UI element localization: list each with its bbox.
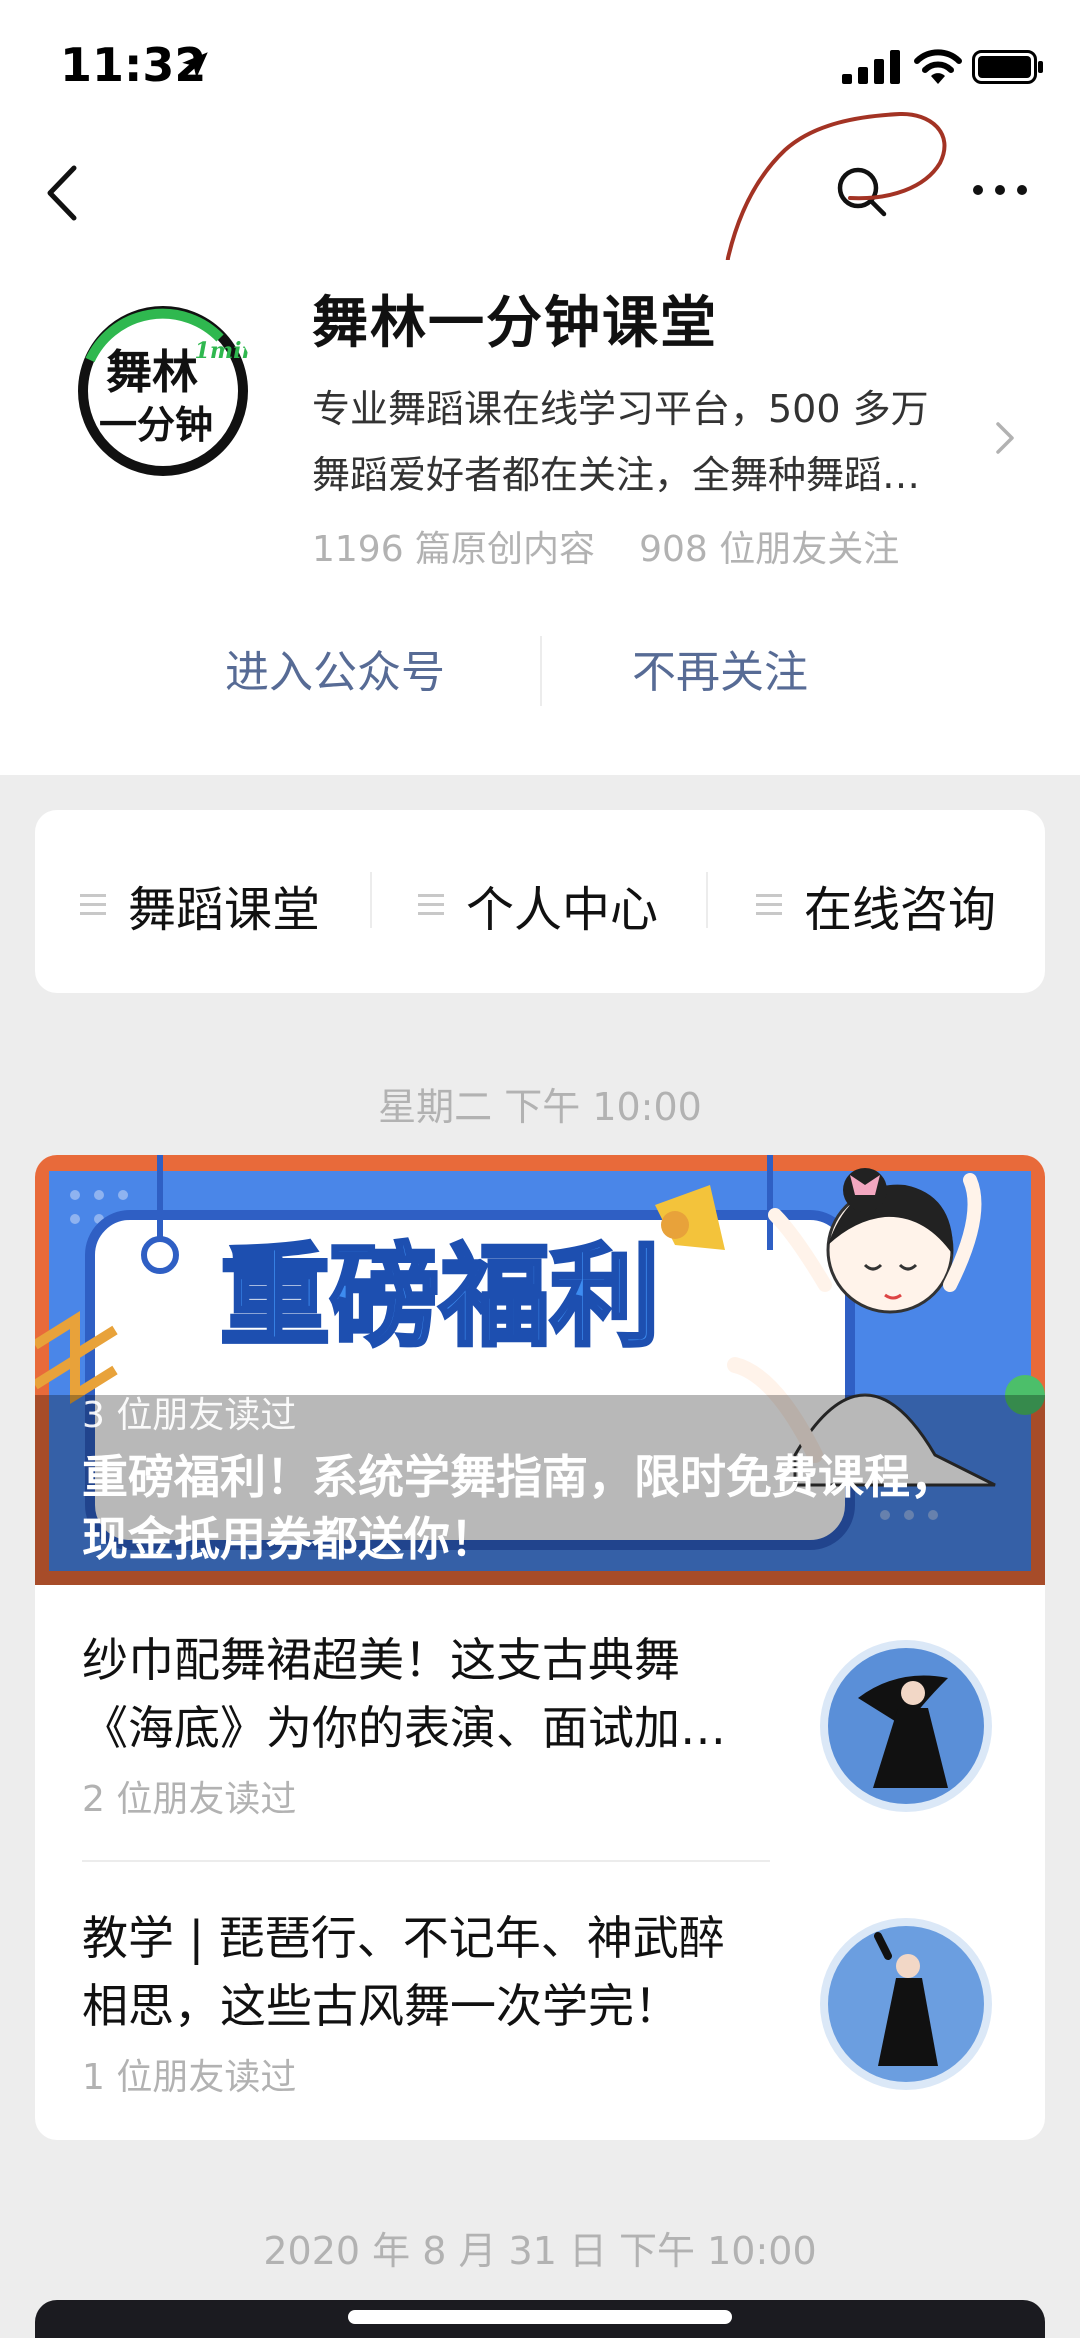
menu-list-icon xyxy=(80,894,106,915)
home-indicator[interactable] xyxy=(348,2310,732,2324)
hero-read-by: 3 位朋友读过 xyxy=(82,1395,297,1436)
battery-icon xyxy=(972,50,1043,84)
account-avatar[interactable]: 舞林 一分钟 1min xyxy=(70,298,256,484)
article-title-line: 相思，这些古风舞一次学完！ xyxy=(82,1979,680,2033)
feed-timestamp: 星期二 下午 10:00 xyxy=(378,1085,702,1129)
feed-timestamp: 2020 年 8 月 31 日 下午 10:00 xyxy=(263,2229,817,2273)
description-line: 专业舞蹈课在线学习平台，500 多万 xyxy=(312,387,929,431)
hero-article-title[interactable]: 重磅福利！系统学舞指南，限时免费课程，现金抵用券都送你！ xyxy=(82,1446,962,1570)
menu-item-label: 在线咨询 xyxy=(804,882,997,938)
article-read-by: 1 位朋友读过 xyxy=(82,2057,297,2098)
friends-following: 908 位朋友关注 xyxy=(639,529,900,570)
article-thumbnail[interactable] xyxy=(818,1916,994,2092)
enter-account-button[interactable]: 进入公众号 xyxy=(120,636,550,700)
menu-item-label: 个人中心 xyxy=(466,882,659,938)
back-icon[interactable] xyxy=(40,158,90,228)
article-title-line: 《海底》为你的表演、面试加… xyxy=(82,1701,726,1755)
account-name: 舞林一分钟课堂 xyxy=(312,291,718,356)
menu-separator xyxy=(370,872,372,928)
menu-separator xyxy=(706,872,708,928)
article-title-line: 教学 | 琵琶行、不记年、神武醉 xyxy=(82,1911,725,1965)
menu-item-personal-center[interactable]: 个人中心 xyxy=(418,870,658,940)
menu-list-icon xyxy=(418,894,444,915)
description-line: 舞蹈爱好者都在关注，全舞种舞蹈… xyxy=(312,453,921,497)
logo-text-line1: 舞林 xyxy=(106,345,198,399)
chevron-right-icon[interactable] xyxy=(990,418,1018,458)
location-arrow-icon xyxy=(182,52,208,78)
account-stats: 1196 篇原创内容 908 位朋友关注 xyxy=(312,520,899,572)
article-title-line: 纱巾配舞裙超美！这支古典舞 xyxy=(82,1633,680,1687)
menu-list-icon xyxy=(756,894,782,915)
account-description[interactable]: 专业舞蹈课在线学习平台，500 多万 舞蹈爱好者都在关注，全舞种舞蹈… xyxy=(312,376,972,508)
more-icon[interactable] xyxy=(970,170,1030,210)
search-icon[interactable] xyxy=(830,160,894,224)
article-divider xyxy=(82,1860,770,1862)
signal-icon xyxy=(842,50,900,84)
menu-item-label: 舞蹈课堂 xyxy=(128,882,321,938)
unfollow-button[interactable]: 不再关注 xyxy=(540,636,900,700)
wifi-icon xyxy=(914,49,962,84)
article-thumbnail[interactable] xyxy=(818,1638,994,1814)
menu-item-dance-class[interactable]: 舞蹈课堂 xyxy=(80,870,320,940)
article-title[interactable]: 教学 | 琵琶行、不记年、神武醉 相思，这些古风舞一次学完！ xyxy=(82,1904,782,2040)
article-read-by: 2 位朋友读过 xyxy=(82,1779,297,1820)
article-title[interactable]: 纱巾配舞裙超美！这支古典舞 《海底》为你的表演、面试加… xyxy=(82,1626,782,1762)
menu-item-online-consult[interactable]: 在线咨询 xyxy=(756,870,996,940)
nav-bar xyxy=(0,130,1080,260)
hero-banner-text: 重磅福利 xyxy=(220,1233,660,1361)
original-count: 1196 篇原创内容 xyxy=(312,529,596,570)
logo-text-line2: 一分钟 xyxy=(99,403,213,447)
